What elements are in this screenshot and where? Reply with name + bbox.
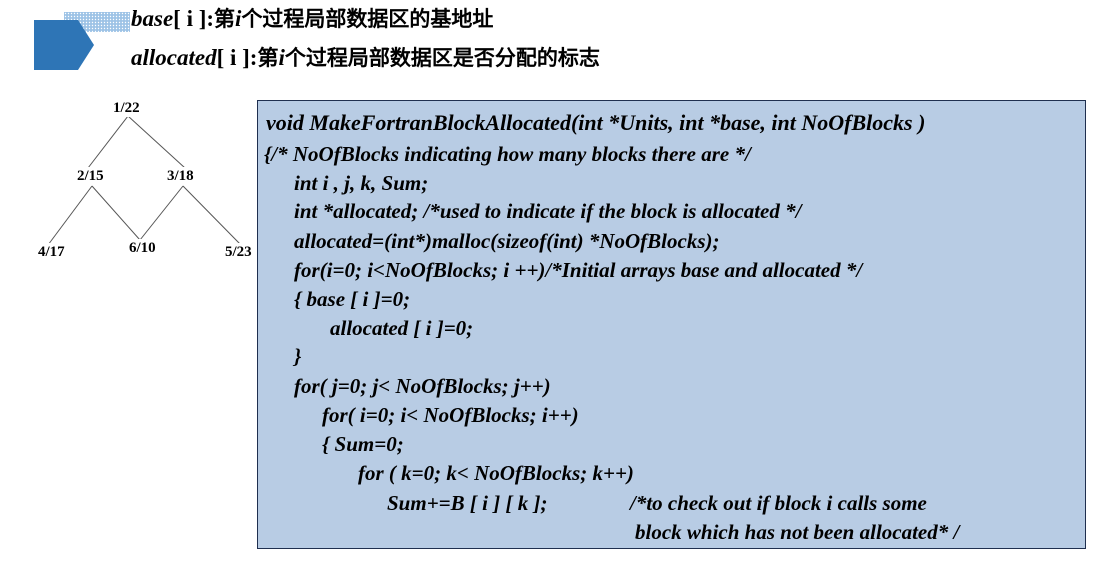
code-line-14: Sum+=B [ i ] [ k ]; — [387, 491, 548, 515]
heading-base-text-after: 个过程局部数据区的基地址 — [241, 7, 494, 31]
tree-node-4: 4/17 — [38, 243, 65, 261]
code-line-10: for( j=0; j< NoOfBlocks; j++) — [294, 374, 551, 398]
tree-node-3: 3/18 — [167, 167, 194, 185]
edge-1-3 — [127, 115, 186, 169]
call-tree-edges — [47, 115, 241, 246]
code-comment-line-1: /*to check out if block i calls some — [630, 491, 927, 515]
call-tree-diagram: 1/22 2/15 3/18 4/17 6/10 5/23 — [0, 0, 270, 280]
edge-2-6 — [91, 185, 141, 241]
code-line-13: for ( k=0; k< NoOfBlocks; k++) — [358, 461, 634, 485]
edge-3-6 — [139, 185, 184, 241]
tree-node-6: 6/10 — [129, 239, 156, 257]
code-comment-line-2: block which has not been allocated* / — [635, 520, 960, 544]
code-line-6: for(i=0; i<NoOfBlocks; i ++)/*Initial ar… — [294, 258, 863, 282]
code-line-9: } — [294, 344, 302, 368]
code-line-3: int i , j, k, Sum; — [294, 171, 429, 195]
code-line-11: for( i=0; i< NoOfBlocks; i++) — [322, 403, 579, 427]
code-line-12: { Sum=0; — [322, 432, 404, 456]
code-line-7: { base [ i ]=0; — [294, 287, 411, 311]
edge-3-5 — [182, 185, 241, 245]
edge-1-2 — [87, 115, 129, 169]
code-line-4: int *allocated; /*used to indicate if th… — [294, 199, 802, 223]
edge-2-4 — [47, 185, 93, 246]
code-line-8: allocated [ i ]=0; — [330, 316, 474, 340]
code-line-2: {/* NoOfBlocks indicating how many block… — [264, 142, 751, 166]
tree-node-1: 1/22 — [113, 99, 140, 117]
code-listing-box: void MakeFortranBlockAllocated(int *Unit… — [257, 100, 1086, 549]
heading-allocated-text-after: 个过程局部数据区是否分配的标志 — [284, 46, 600, 70]
code-line-5: allocated=(int*)malloc(sizeof(int) *NoOf… — [294, 229, 720, 253]
tree-node-5: 5/23 — [225, 243, 252, 261]
code-line-1: void MakeFortranBlockAllocated(int *Unit… — [266, 110, 926, 135]
tree-node-2: 2/15 — [77, 167, 104, 185]
